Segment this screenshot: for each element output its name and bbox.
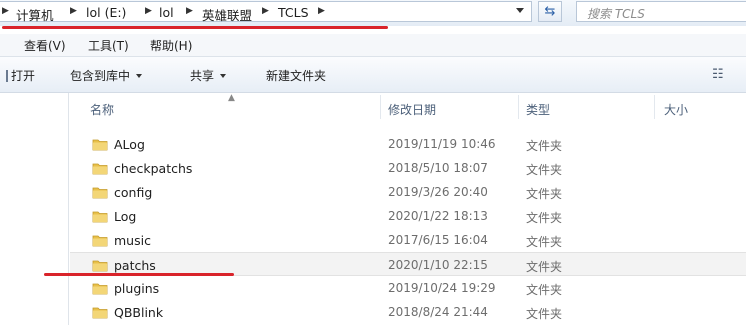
file-row[interactable]: plugins 2019/10/24 19:29 文件夹 — [70, 276, 746, 300]
file-modified: 2019/3/26 20:40 — [388, 185, 488, 199]
file-row[interactable]: Log 2020/1/22 18:13 文件夹 — [70, 204, 746, 228]
red-annotation-underline — [2, 26, 388, 29]
chevron-right-icon[interactable]: ▶ — [186, 6, 193, 16]
chevron-right-icon[interactable]: ▶ — [262, 6, 269, 16]
file-row[interactable]: ALog 2019/11/19 10:46 文件夹 — [70, 132, 746, 156]
open-button[interactable]: 打开 — [0, 67, 35, 84]
file-type: 文件夹 — [526, 211, 563, 225]
search-placeholder: 搜索 TCLS — [587, 7, 645, 21]
chevron-right-icon[interactable]: ▶ — [70, 6, 77, 16]
address-bar[interactable]: ▶ 计算机 ▶ lol (E:) ▶ lol ▶ 英雄联盟 ▶ TCLS ▶ — [0, 1, 532, 24]
column-divider[interactable] — [380, 95, 381, 119]
breadcrumb-computer[interactable]: 计算机 — [16, 5, 54, 24]
breadcrumb-drive[interactable]: lol (E:) — [86, 5, 126, 20]
file-type: 文件夹 — [526, 283, 563, 297]
menu-view[interactable]: 查看(V) — [24, 37, 66, 54]
menu-bar: 查看(V) 工具(T) 帮助(H) — [0, 34, 746, 57]
file-name: plugins — [114, 281, 160, 296]
file-modified: 2020/1/22 18:13 — [388, 209, 488, 223]
folder-icon — [92, 211, 108, 223]
file-modified: 2017/6/15 16:04 — [388, 233, 488, 247]
file-row[interactable]: config 2019/3/26 20:40 文件夹 — [70, 180, 746, 204]
file-row[interactable]: checkpatchs 2018/5/10 18:07 文件夹 — [70, 156, 746, 180]
file-modified: 2019/11/19 10:46 — [388, 137, 496, 151]
column-size[interactable]: 大小 — [664, 101, 688, 118]
address-bar-row: ▶ 计算机 ▶ lol (E:) ▶ lol ▶ 英雄联盟 ▶ TCLS ▶ ⇆… — [0, 0, 746, 26]
open-icon — [0, 70, 8, 82]
red-annotation-underline — [44, 273, 234, 276]
file-modified: 2018/5/10 18:07 — [388, 161, 488, 175]
navigation-pane[interactable] — [0, 93, 69, 325]
open-label: 打开 — [11, 69, 36, 83]
column-divider[interactable] — [654, 95, 655, 119]
chevron-down-icon — [220, 74, 227, 78]
column-header-row: ▲ 名称 修改日期 类型 大小 — [70, 93, 746, 121]
column-type[interactable]: 类型 — [526, 101, 550, 118]
file-modified: 2020/1/10 22:15 — [388, 258, 488, 272]
column-divider[interactable] — [518, 95, 519, 119]
search-input[interactable]: 搜索 TCLS — [576, 1, 746, 22]
folder-icon — [92, 307, 108, 319]
chevron-right-icon[interactable]: ▶ — [318, 6, 325, 16]
folder-icon — [92, 283, 108, 295]
folder-icon — [92, 235, 108, 247]
file-name: patchs — [114, 258, 156, 273]
file-name: ALog — [114, 137, 145, 152]
chevron-right-icon[interactable]: ▶ — [145, 6, 152, 16]
file-type: 文件夹 — [526, 139, 563, 153]
new-folder-button[interactable]: 新建文件夹 — [266, 67, 326, 84]
column-modified[interactable]: 修改日期 — [388, 101, 436, 118]
folder-icon — [92, 187, 108, 199]
share-button[interactable]: 共享 — [190, 67, 227, 84]
file-type: 文件夹 — [526, 163, 563, 177]
include-label: 包含到库中 — [70, 69, 131, 83]
refresh-icon: ⇆ — [544, 4, 556, 19]
breadcrumb-lol[interactable]: lol — [159, 5, 174, 20]
menu-help[interactable]: 帮助(H) — [150, 37, 192, 54]
breadcrumb-league[interactable]: 英雄联盟 — [202, 5, 252, 24]
folder-icon — [92, 163, 108, 175]
chevron-right-icon[interactable]: ▶ — [2, 6, 9, 16]
file-name: Log — [114, 209, 137, 224]
command-toolbar: 打开 包含到库中 共享 新建文件夹 ☷ — [0, 57, 746, 93]
file-modified: 2019/10/24 19:29 — [388, 281, 496, 295]
breadcrumb-tcls[interactable]: TCLS — [278, 5, 309, 20]
folder-icon — [92, 139, 108, 151]
file-type: 文件夹 — [526, 260, 563, 274]
file-modified: 2018/8/24 21:44 — [388, 305, 488, 319]
chevron-down-icon — [136, 74, 143, 78]
file-row[interactable]: music 2017/6/15 16:04 文件夹 — [70, 228, 746, 252]
refresh-button[interactable]: ⇆ — [538, 1, 562, 22]
chevron-down-icon[interactable] — [516, 8, 524, 13]
share-label: 共享 — [190, 69, 215, 83]
file-type: 文件夹 — [526, 187, 563, 201]
sort-ascending-icon: ▲ — [228, 93, 235, 103]
file-type: 文件夹 — [526, 307, 563, 321]
file-type: 文件夹 — [526, 235, 563, 249]
folder-icon — [92, 260, 108, 272]
file-row[interactable]: QBBlink 2018/8/24 21:44 文件夹 — [70, 300, 746, 324]
file-name: checkpatchs — [114, 161, 193, 176]
column-name[interactable]: 名称 — [90, 101, 114, 118]
menu-tools[interactable]: 工具(T) — [88, 37, 129, 54]
file-name: music — [114, 233, 151, 248]
file-name: QBBlink — [114, 305, 164, 320]
file-name: config — [114, 185, 153, 200]
include-in-library-button[interactable]: 包含到库中 — [70, 67, 143, 84]
view-options-icon[interactable]: ☷ — [712, 67, 724, 82]
